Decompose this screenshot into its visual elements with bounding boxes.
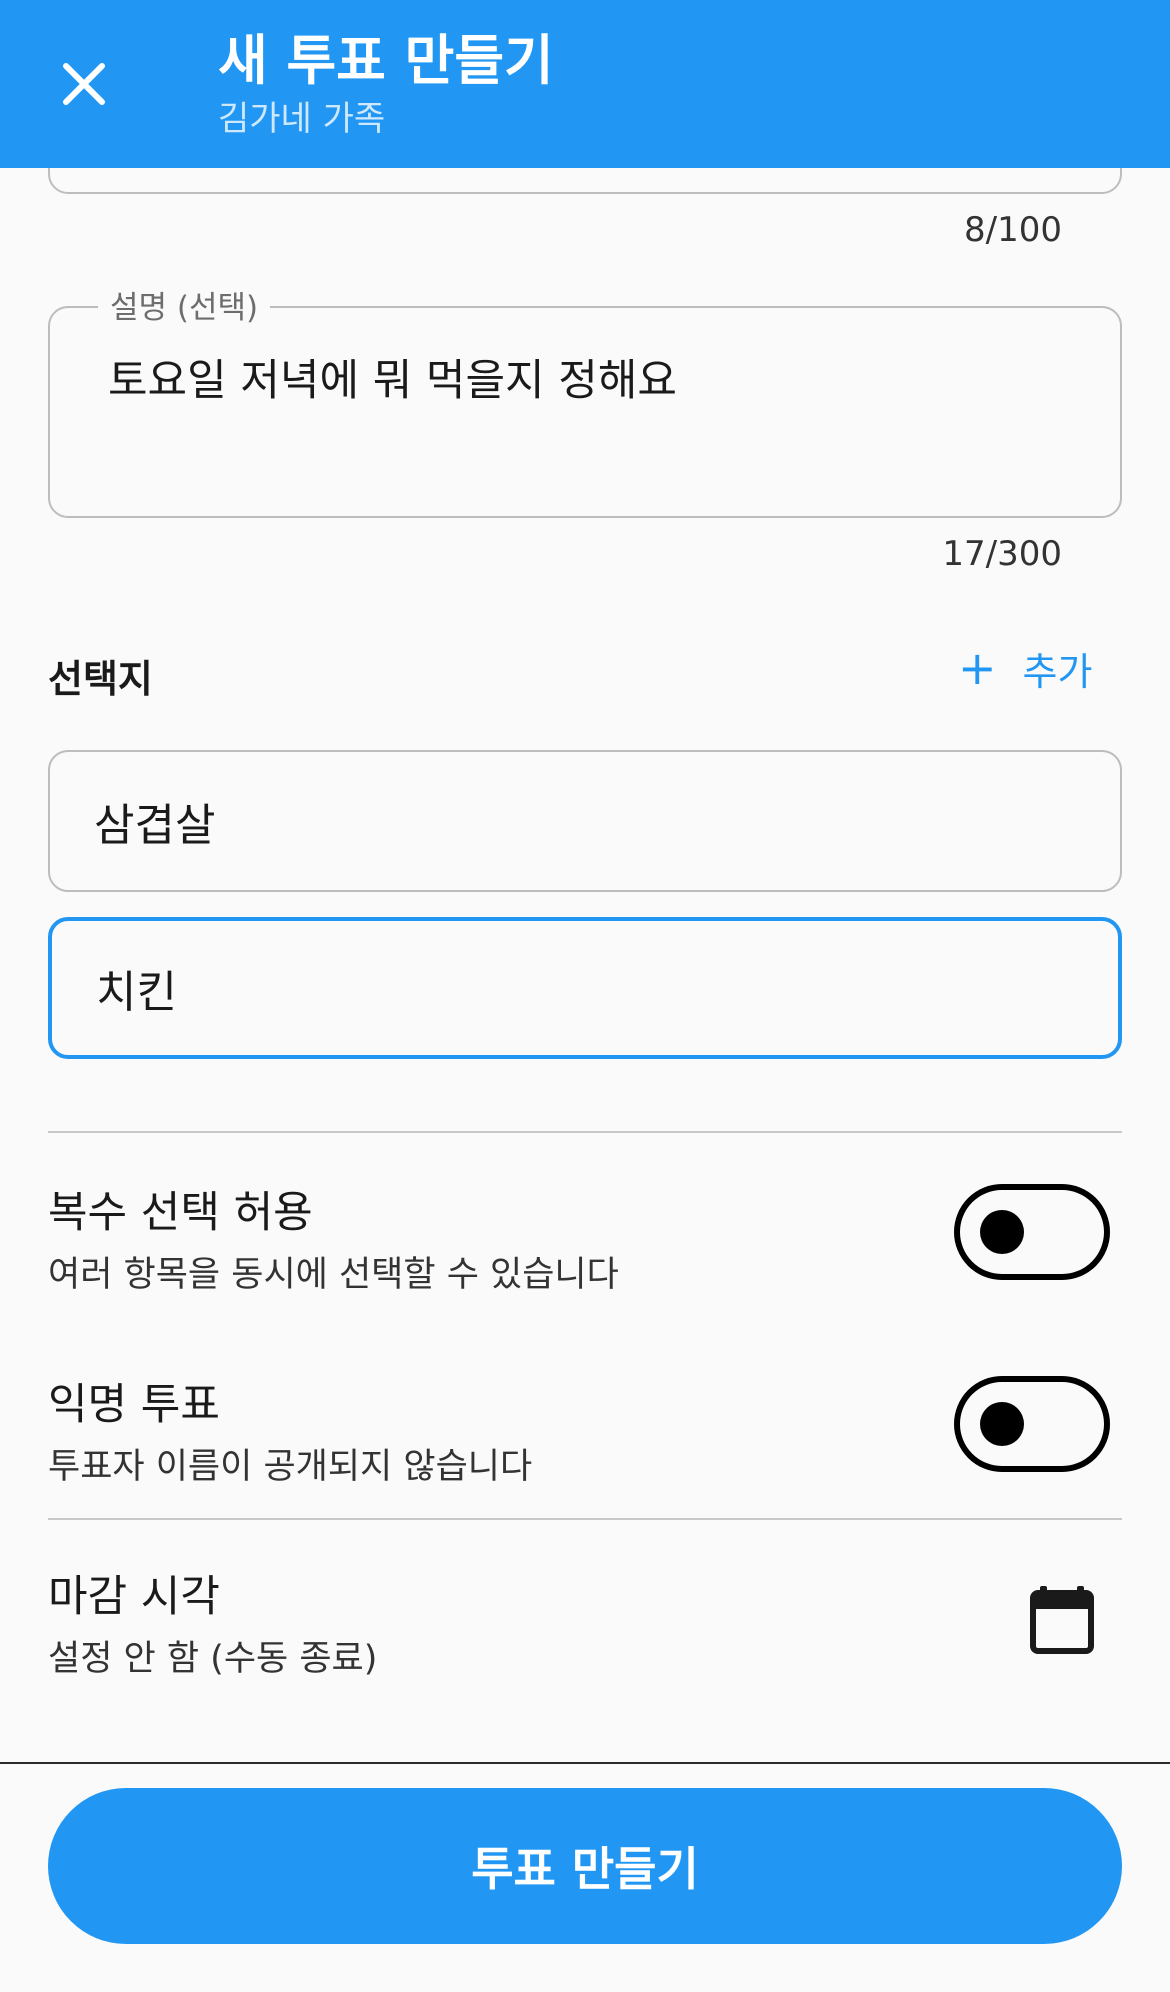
deadline-value: 설정 안 함 (수동 종료) — [48, 1639, 378, 1679]
option-input-2-text[interactable] — [96, 921, 1076, 1055]
bottom-action-bar: 투표 만들기 — [0, 1762, 1170, 1992]
app-bar: 새 투표 만들기 김가네 가족 — [0, 0, 1170, 168]
form-content[interactable]: 8/100 설명 (선택) 토요일 저녁에 뭐 먹을지 정해요 17/300 선… — [0, 168, 1170, 1762]
create-poll-button[interactable]: 투표 만들기 — [48, 1788, 1122, 1944]
anonymous-vote-description: 투표자 이름이 공개되지 않습니다 — [48, 1447, 533, 1487]
page-title: 새 투표 만들기 — [218, 29, 554, 92]
create-poll-label: 투표 만들기 — [471, 1842, 699, 1896]
divider — [48, 1131, 1122, 1133]
plus-icon: + — [958, 641, 997, 695]
toggle-knob — [980, 1402, 1024, 1446]
page-subtitle: 김가네 가족 — [218, 99, 386, 139]
multiple-choice-toggle[interactable] — [954, 1184, 1110, 1280]
add-option-label: 추가 — [1022, 649, 1093, 694]
title-counter: 8/100 — [964, 210, 1062, 250]
description-value: 토요일 저녁에 뭐 먹을지 정해요 — [108, 356, 677, 406]
calendar-icon — [1030, 1586, 1094, 1654]
multiple-choice-title: 복수 선택 허용 — [48, 1188, 313, 1238]
option-input-1-text[interactable] — [94, 752, 1074, 890]
description-label: 설명 (선택) — [98, 282, 271, 327]
add-option-button[interactable]: + 추가 — [958, 638, 1092, 698]
deadline-picker-button[interactable] — [1028, 1584, 1096, 1656]
toggle-knob — [980, 1210, 1024, 1254]
close-icon — [63, 63, 105, 105]
description-input[interactable]: 설명 (선택) 토요일 저녁에 뭐 먹을지 정해요 — [48, 282, 1122, 518]
multiple-choice-description: 여러 항목을 동시에 선택할 수 있습니다 — [48, 1255, 619, 1295]
anonymous-vote-title: 익명 투표 — [48, 1380, 220, 1430]
divider — [48, 1518, 1122, 1520]
description-counter: 17/300 — [942, 534, 1062, 574]
deadline-title: 마감 시각 — [48, 1572, 220, 1622]
options-section-title: 선택지 — [48, 657, 153, 701]
anonymous-vote-toggle[interactable] — [954, 1376, 1110, 1472]
option-input-1[interactable] — [48, 750, 1122, 892]
option-input-2[interactable] — [48, 917, 1122, 1059]
title-input[interactable] — [48, 168, 1122, 194]
close-button[interactable] — [48, 44, 120, 124]
